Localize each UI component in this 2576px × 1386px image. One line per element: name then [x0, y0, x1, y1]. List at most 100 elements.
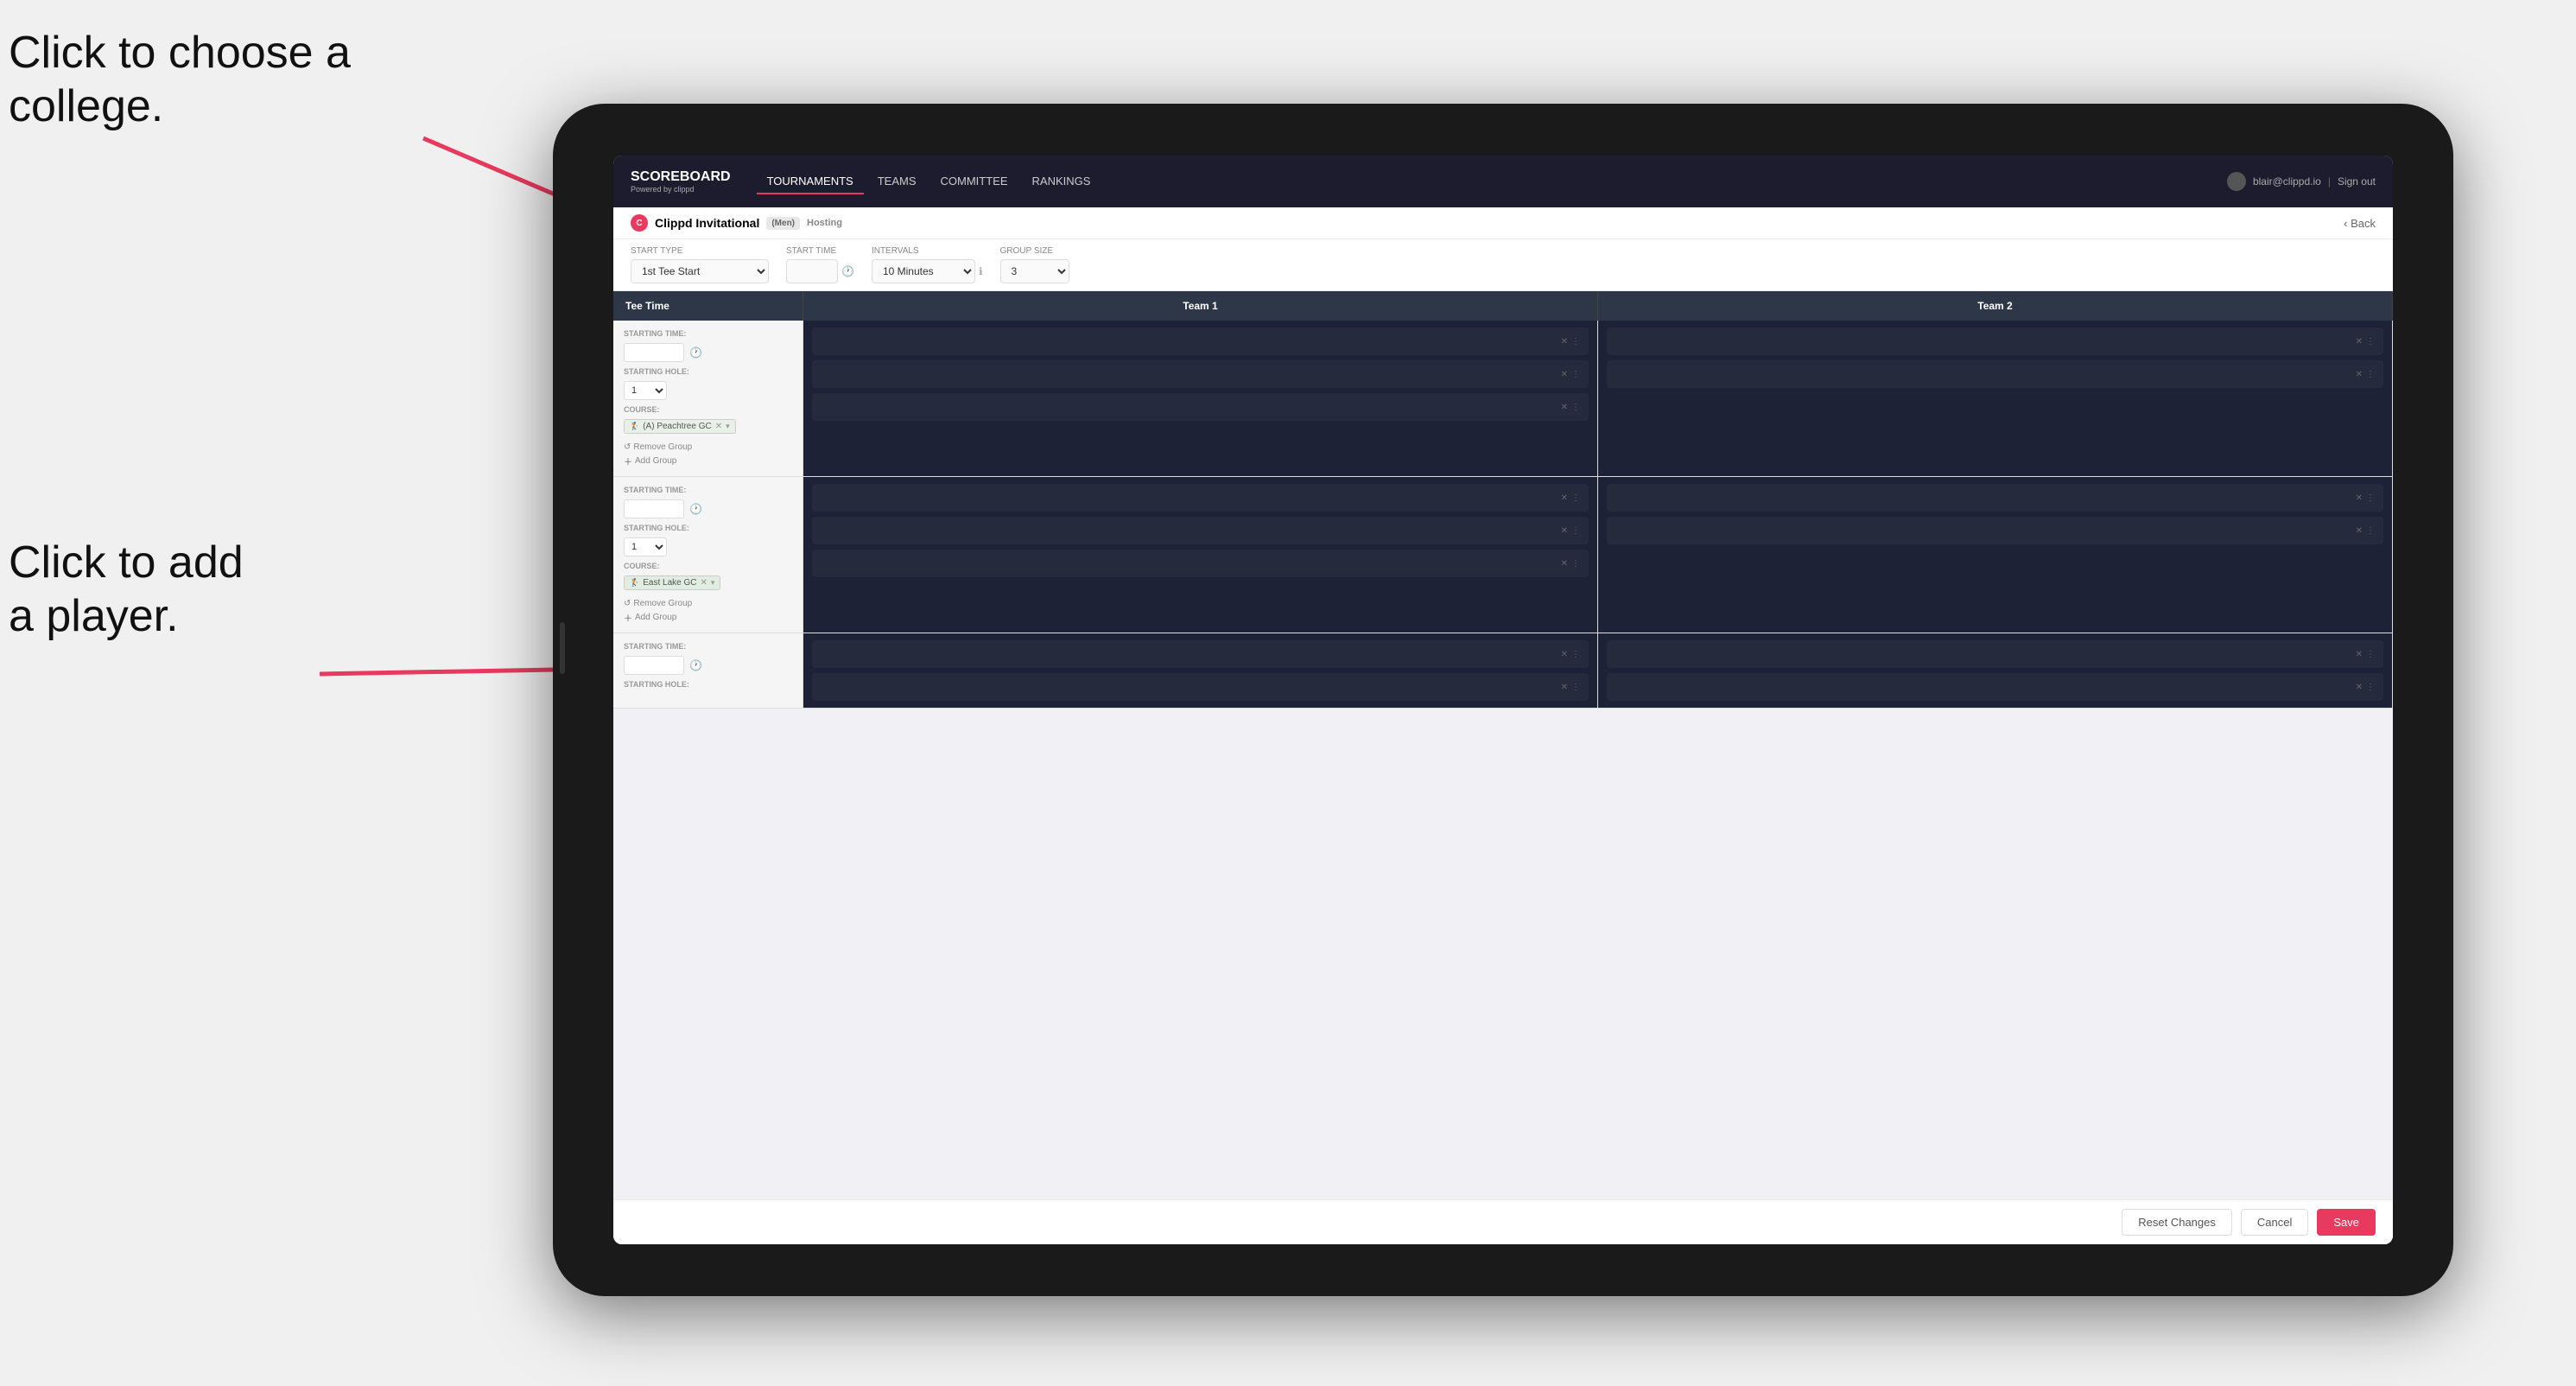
player-slot[interactable]: ✕ ⋮: [1607, 673, 2383, 701]
player-slot[interactable]: ✕ ⋮: [812, 673, 1589, 701]
clock-icon-2: 🕐: [689, 503, 702, 515]
slot-x-btn[interactable]: ✕: [1561, 403, 1568, 412]
group-size-select[interactable]: 3: [1000, 259, 1069, 283]
player-slot[interactable]: ✕ ⋮: [1607, 517, 2383, 544]
slot-expand-btn[interactable]: ⋮: [1571, 559, 1580, 569]
course-tag-2[interactable]: 🏌 East Lake GC ✕ ▾: [624, 575, 720, 590]
starting-time-label-1: STARTING TIME:: [624, 329, 792, 338]
player-slot[interactable]: ✕ ⋮: [812, 327, 1589, 355]
team2-cell-3: ✕ ⋮ ✕ ⋮: [1598, 633, 2393, 708]
slot-expand-btn[interactable]: ⋮: [2366, 337, 2375, 346]
slot-x-btn[interactable]: ✕: [1561, 650, 1568, 659]
slot-expand-btn[interactable]: ⋮: [1571, 403, 1580, 412]
course-label-1: COURSE:: [624, 405, 792, 414]
slot-expand-btn[interactable]: ⋮: [1571, 650, 1580, 659]
start-time-group: Start Time 10:00 🕐: [786, 246, 854, 283]
tab-committee[interactable]: COMMITTEE: [930, 169, 1018, 194]
team1-cell-3: ✕ ⋮ ✕ ⋮: [803, 633, 1598, 708]
player-slot[interactable]: ✕ ⋮: [1607, 484, 2383, 512]
slot-expand-btn[interactable]: ⋮: [2366, 650, 2375, 659]
player-slot[interactable]: ✕ ⋮: [812, 393, 1589, 421]
slot-x-btn[interactable]: ✕: [2356, 650, 2363, 659]
course-caret-2[interactable]: ▾: [711, 578, 715, 588]
team2-cell-2: ✕ ⋮ ✕ ⋮: [1598, 477, 2393, 633]
nav-brand: SCOREBOARD Powered by clippd: [631, 169, 731, 194]
tablet-frame: SCOREBOARD Powered by clippd TOURNAMENTS…: [553, 104, 2453, 1296]
slot-expand-btn[interactable]: ⋮: [2366, 526, 2375, 536]
starting-time-input-2[interactable]: 10:10: [624, 499, 684, 518]
slot-expand-btn[interactable]: ⋮: [2366, 370, 2375, 379]
clock-icon-3: 🕐: [689, 659, 702, 671]
slot-x-btn[interactable]: ✕: [1561, 683, 1568, 692]
starting-hole-select-1[interactable]: 1: [624, 381, 667, 400]
intervals-select[interactable]: 10 Minutes: [872, 259, 975, 283]
slot-x-btn[interactable]: ✕: [2356, 493, 2363, 503]
player-slot[interactable]: ✕ ⋮: [812, 550, 1589, 577]
save-button[interactable]: Save: [2317, 1209, 2376, 1236]
cancel-button[interactable]: Cancel: [2241, 1209, 2308, 1236]
sign-out-link[interactable]: Sign out: [2338, 175, 2376, 188]
start-time-input[interactable]: 10:00: [786, 259, 838, 283]
action-links-2: ↺ Remove Group ＋ Add Group: [624, 599, 792, 624]
action-bar: Reset Changes Cancel Save: [613, 1199, 2393, 1244]
reset-changes-button[interactable]: Reset Changes: [2122, 1209, 2232, 1236]
start-time-label: Start Time: [786, 246, 854, 256]
tab-tournaments[interactable]: TOURNAMENTS: [757, 169, 864, 194]
nav-tabs: TOURNAMENTS TEAMS COMMITTEE RANKINGS: [757, 169, 2227, 194]
add-group-1[interactable]: ＋ Add Group: [624, 455, 792, 467]
nav-bar: SCOREBOARD Powered by clippd TOURNAMENTS…: [613, 156, 2393, 207]
slot-x-btn[interactable]: ✕: [1561, 559, 1568, 569]
starting-hole-select-2[interactable]: 1: [624, 537, 667, 556]
player-slot[interactable]: ✕ ⋮: [812, 640, 1589, 668]
avatar: [2227, 172, 2246, 191]
event-logo: C: [631, 214, 648, 232]
tab-rankings[interactable]: RANKINGS: [1022, 169, 1101, 194]
tab-teams[interactable]: TEAMS: [867, 169, 927, 194]
slot-x-btn[interactable]: ✕: [1561, 337, 1568, 346]
starting-time-input-3[interactable]: 10:20: [624, 656, 684, 675]
course-tag-1[interactable]: 🏌 (A) Peachtree GC ✕ ▾: [624, 419, 736, 434]
start-type-label: Start Type: [631, 246, 769, 256]
player-slot[interactable]: ✕ ⋮: [812, 484, 1589, 512]
schedule-header: Tee Time Team 1 Team 2: [613, 291, 2393, 321]
slot-expand-btn[interactable]: ⋮: [1571, 337, 1580, 346]
slot-expand-btn[interactable]: ⋮: [2366, 493, 2375, 503]
slot-expand-btn[interactable]: ⋮: [1571, 493, 1580, 503]
slot-x-btn[interactable]: ✕: [2356, 370, 2363, 379]
slot-x-btn[interactable]: ✕: [1561, 493, 1568, 503]
player-slot[interactable]: ✕ ⋮: [1607, 327, 2383, 355]
header-team2: Team 2: [1598, 291, 2393, 321]
schedule-body: STARTING TIME: 10:00 🕐 STARTING HOLE: 1 …: [613, 321, 2393, 1199]
slot-expand-btn[interactable]: ⋮: [1571, 683, 1580, 692]
group-1-left: STARTING TIME: 10:00 🕐 STARTING HOLE: 1 …: [613, 321, 803, 476]
start-type-select[interactable]: 1st Tee Start: [631, 259, 769, 283]
slot-x-btn[interactable]: ✕: [2356, 683, 2363, 692]
slot-expand-btn[interactable]: ⋮: [2366, 683, 2375, 692]
course-remove-2[interactable]: ✕: [700, 578, 707, 588]
slot-expand-btn[interactable]: ⋮: [1571, 526, 1580, 536]
course-caret-1[interactable]: ▾: [726, 422, 730, 431]
slot-x-btn[interactable]: ✕: [1561, 526, 1568, 536]
course-remove-1[interactable]: ✕: [715, 422, 722, 431]
event-gender: (Men): [766, 217, 800, 230]
form-controls: Start Type 1st Tee Start Start Time 10:0…: [613, 239, 2393, 291]
add-group-2[interactable]: ＋ Add Group: [624, 611, 792, 624]
remove-group-2[interactable]: ↺ Remove Group: [624, 599, 792, 608]
remove-group-1[interactable]: ↺ Remove Group: [624, 442, 792, 452]
back-button[interactable]: ‹ Back: [2344, 217, 2376, 230]
player-slot[interactable]: ✕ ⋮: [1607, 640, 2383, 668]
slot-expand-btn[interactable]: ⋮: [1571, 370, 1580, 379]
player-slot[interactable]: ✕ ⋮: [812, 517, 1589, 544]
slot-x-btn[interactable]: ✕: [2356, 526, 2363, 536]
player-slot[interactable]: ✕ ⋮: [812, 360, 1589, 388]
slot-x-btn[interactable]: ✕: [2356, 337, 2363, 346]
group-size-label: Group Size: [1000, 246, 1069, 256]
hosting-badge: Hosting: [807, 218, 842, 228]
starting-time-input-1[interactable]: 10:00: [624, 343, 684, 362]
slot-x-btn[interactable]: ✕: [1561, 370, 1568, 379]
header-team1: Team 1: [803, 291, 1598, 321]
starting-hole-label-1: STARTING HOLE:: [624, 367, 792, 376]
player-slot[interactable]: ✕ ⋮: [1607, 360, 2383, 388]
group-size-group: Group Size 3: [1000, 246, 1069, 283]
team1-cell-2: ✕ ⋮ ✕ ⋮: [803, 477, 1598, 633]
